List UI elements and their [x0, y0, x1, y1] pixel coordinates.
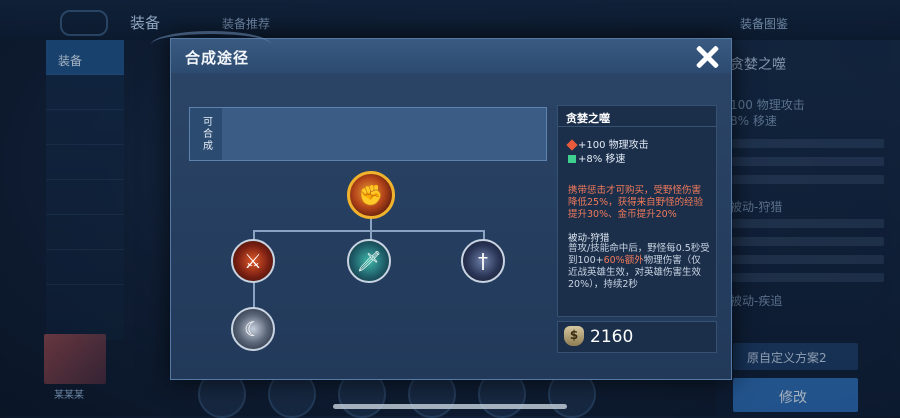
purchase-requirement: 携带惩击才可购买，受野怪伤害降低25%，获得来自野怪的经验提升30%、金币提升2… [568, 185, 704, 220]
sidebar-item-label: 装备 [58, 54, 83, 68]
attack-icon [566, 139, 578, 151]
tab-recommend[interactable]: 装备推荐 [222, 15, 270, 32]
equipment-codex-link[interactable]: 装备图鉴 [740, 15, 788, 32]
home-indicator[interactable] [333, 404, 567, 409]
stat-move: +8% 移速 [568, 150, 625, 165]
coin-bag-icon [564, 326, 584, 346]
bg-description [716, 130, 900, 193]
bg-passive-text [716, 210, 900, 291]
tree-connector [253, 230, 485, 232]
stat-attack: +100 物理攻击 [566, 136, 649, 151]
bg-stat-2: 8% 移速 [730, 114, 777, 128]
bg-passive-title-2: 被动-疾追 [730, 294, 783, 308]
item-price: 2160 [590, 327, 634, 347]
passive-title: 被动-狩猎 [568, 233, 610, 244]
sidebar-item[interactable] [46, 110, 124, 145]
passive-description: 普攻/技能命中后，野怪每0.5秒受到100+60%额外物理伤害（仅近战英雄生效，… [568, 243, 710, 291]
avatar[interactable] [44, 334, 106, 384]
craftable-box: 可合成 [189, 107, 547, 161]
close-icon[interactable] [693, 43, 721, 71]
sword-icon[interactable]: 🗡 [347, 239, 391, 283]
dialog-header: 合成途径 [151, 31, 731, 73]
synthesis-path-dialog: 合成途径 可合成 ✊ ⚔ 🗡 † ☾ 贪婪之噬 +100 物理攻击 +8% 移速… [151, 31, 732, 380]
stat-move-text: +8% 移速 [578, 154, 626, 165]
divider [558, 126, 716, 127]
passive-highlight: 60%额外 [603, 255, 644, 266]
tab-equipment[interactable]: 装备 [130, 12, 160, 33]
category-sidebar: 装备 [46, 40, 124, 340]
price-box: 2160 [557, 321, 717, 353]
sidebar-item[interactable] [46, 75, 124, 110]
item-name: 贪婪之噬 [566, 112, 610, 125]
sidebar-item[interactable] [46, 145, 124, 180]
sidebar-item[interactable] [46, 250, 124, 285]
sidebar-item[interactable] [46, 215, 124, 250]
back-icon[interactable] [60, 10, 108, 36]
craftable-label: 可合成 [190, 108, 222, 160]
modify-button[interactable]: 修改 [733, 378, 858, 412]
tree-connector [253, 283, 255, 308]
bg-stat: 100 物理攻击 [730, 98, 805, 112]
blade-icon[interactable]: ⚔ [231, 239, 275, 283]
claw-icon[interactable]: ☾ [231, 307, 275, 351]
speed-icon [568, 155, 576, 163]
greedy-fang-icon[interactable]: ✊ [347, 171, 395, 219]
sidebar-item[interactable] [46, 180, 124, 215]
scheme-button-label: 原自定义方案2 [747, 351, 827, 365]
sidebar-item-active[interactable]: 装备 [46, 40, 124, 75]
item-detail-panel: 贪婪之噬 +100 物理攻击 +8% 移速 携带惩击才可购买，受野怪伤害降低25… [557, 105, 717, 317]
scheme-button[interactable]: 原自定义方案2 [733, 343, 858, 370]
dialog-title: 合成途径 [185, 49, 250, 67]
modify-button-label: 修改 [779, 390, 807, 406]
player-name: 某某某 [54, 390, 84, 401]
bg-item-name: 贪婪之噬 [730, 57, 786, 73]
dagger-icon[interactable]: † [461, 239, 505, 283]
